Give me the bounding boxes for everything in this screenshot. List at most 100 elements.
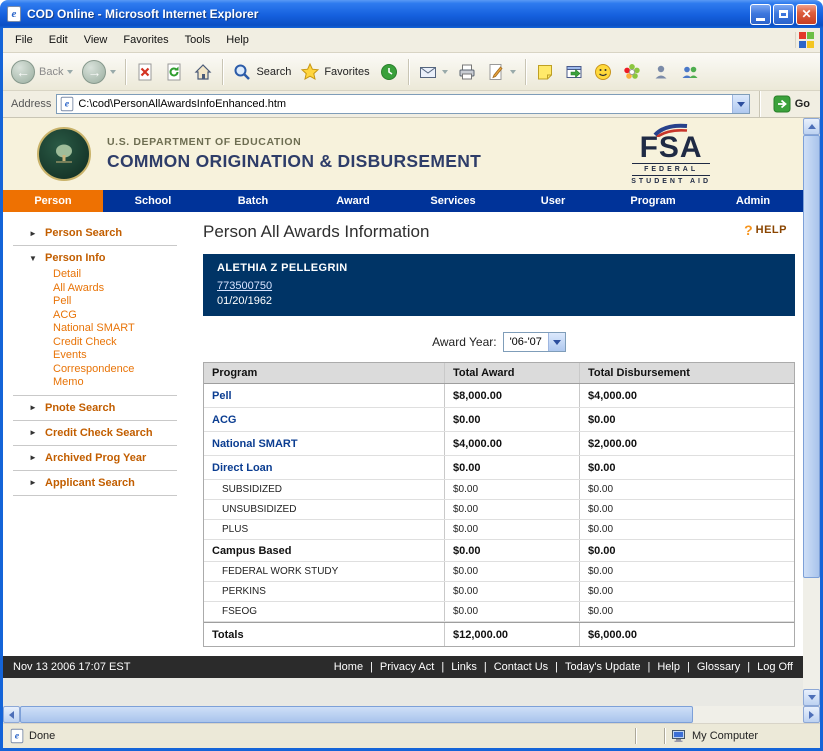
sidebar-link-correspondence[interactable]: Correspondence [53, 363, 191, 377]
footer-link-log-off[interactable]: Log Off [757, 661, 793, 673]
chevron-right-icon: ► [29, 478, 38, 487]
footer-link-home[interactable]: Home [334, 661, 363, 673]
horizontal-scroll-track[interactable] [20, 706, 803, 723]
horizontal-scrollbar[interactable] [3, 706, 820, 723]
print-button[interactable] [453, 59, 481, 85]
program-link-direct-loan[interactable]: Direct Loan [204, 462, 444, 474]
minimize-button[interactable] [750, 4, 771, 25]
menu-favorites[interactable]: Favorites [115, 30, 176, 50]
sidebar-item-pnote-search[interactable]: ► Pnote Search [3, 399, 191, 417]
page-title: Person All Awards Information [203, 222, 429, 242]
nav-tab-award[interactable]: Award [303, 190, 403, 212]
sidebar-item-person-info[interactable]: ▼ Person Info [3, 249, 191, 267]
scroll-down-button[interactable] [803, 689, 820, 706]
contacts-button[interactable] [647, 59, 675, 85]
vertical-scroll-thumb[interactable] [803, 135, 820, 578]
sidebar-link-credit-check[interactable]: Credit Check [53, 336, 191, 350]
nav-tab-user[interactable]: User [503, 190, 603, 212]
menu-help[interactable]: Help [218, 30, 257, 50]
menu-tools[interactable]: Tools [177, 30, 219, 50]
program-link-national-smart[interactable]: National SMART [204, 438, 444, 450]
sidebar-link-memo[interactable]: Memo [53, 376, 191, 390]
nav-tab-program[interactable]: Program [603, 190, 703, 212]
menu-view[interactable]: View [76, 30, 116, 50]
sidebar-link-detail[interactable]: Detail [53, 268, 191, 282]
messenger-button[interactable] [589, 59, 617, 85]
zone-label: My Computer [692, 730, 758, 742]
maximize-button[interactable] [773, 4, 794, 25]
sidebar-link-acg[interactable]: ACG [53, 309, 191, 323]
discuss-button[interactable] [531, 59, 559, 85]
go-arrow-icon [773, 95, 791, 113]
go-button[interactable]: Go [769, 95, 814, 113]
address-dropdown-button[interactable] [732, 95, 749, 113]
table-row: Campus Based$0.00$0.00 [204, 540, 794, 562]
nav-tab-admin[interactable]: Admin [703, 190, 803, 212]
sidebar-link-events[interactable]: Events [53, 349, 191, 363]
sidebar-item-person-search[interactable]: ► Person Search [3, 224, 191, 242]
footer-link-links[interactable]: Links [451, 661, 477, 673]
nav-tab-school[interactable]: School [103, 190, 203, 212]
nav-tab-batch[interactable]: Batch [203, 190, 303, 212]
footer-link-contact-us[interactable]: Contact Us [494, 661, 548, 673]
sidebar-link-pell[interactable]: Pell [53, 295, 191, 309]
scroll-left-button[interactable] [3, 706, 20, 723]
mail-button[interactable] [414, 59, 452, 85]
back-dropdown-icon [67, 70, 73, 74]
sidebar-item-archived-prog-year[interactable]: ► Archived Prog Year [3, 449, 191, 467]
sidebar-link-all-awards[interactable]: All Awards [53, 282, 191, 296]
person-id-link[interactable]: 773500750 [217, 279, 272, 294]
chevron-down-icon [737, 102, 745, 107]
address-bar: Address e C:\cod\PersonAllAwardsInfoEnha… [3, 91, 820, 118]
search-button[interactable]: Search [228, 59, 295, 85]
table-row: Pell$8,000.00$4,000.00 [204, 384, 794, 408]
refresh-button[interactable] [160, 59, 188, 85]
ie-document-icon: e [7, 6, 21, 22]
vertical-scroll-track[interactable] [803, 135, 820, 689]
home-button[interactable] [189, 59, 217, 85]
icq-button[interactable] [618, 59, 646, 85]
people-button[interactable] [676, 59, 704, 85]
nav-tab-person[interactable]: Person [3, 190, 103, 212]
select-dropdown-button[interactable] [548, 333, 565, 351]
history-button[interactable] [375, 59, 403, 85]
mail-icon [418, 62, 438, 82]
program-link-acg[interactable]: ACG [204, 414, 444, 426]
table-row: SUBSIDIZED$0.00$0.00 [204, 480, 794, 500]
smiley-icon [593, 62, 613, 82]
scroll-up-button[interactable] [803, 118, 820, 135]
scroll-right-button[interactable] [803, 706, 820, 723]
table-row-totals: Totals$12,000.00$6,000.00 [204, 622, 794, 646]
table-header-row: Program Total Award Total Disbursement [204, 363, 794, 384]
stop-button[interactable] [131, 59, 159, 85]
arrow-right-icon [809, 711, 814, 719]
horizontal-scroll-thumb[interactable] [20, 706, 693, 723]
favorites-button[interactable]: Favorites [296, 59, 373, 85]
note-icon [535, 62, 555, 82]
main-content: Person All Awards Information ? HELP ALE… [191, 212, 803, 656]
back-button[interactable]: ← Back [7, 57, 77, 87]
footer-link-privacy-act[interactable]: Privacy Act [380, 661, 434, 673]
help-link[interactable]: ? HELP [744, 222, 787, 238]
footer-link-help[interactable]: Help [657, 661, 680, 673]
forward-button[interactable]: → [78, 57, 120, 87]
edit-button[interactable] [482, 59, 520, 85]
award-year-select[interactable]: '06-'07 [503, 332, 566, 352]
forward-dropdown-icon [110, 70, 116, 74]
program-link-pell[interactable]: Pell [204, 390, 444, 402]
research-button[interactable] [560, 59, 588, 85]
nav-tab-services[interactable]: Services [403, 190, 503, 212]
sidebar-item-credit-check-search[interactable]: ► Credit Check Search [3, 424, 191, 442]
sidebar-link-national-smart[interactable]: National SMART [53, 322, 191, 336]
menu-edit[interactable]: Edit [41, 30, 76, 50]
address-input[interactable]: e C:\cod\PersonAllAwardsInfoEnhanced.htm [56, 94, 749, 114]
footer-link-todays-update[interactable]: Today's Update [565, 661, 640, 673]
close-button[interactable]: ✕ [796, 4, 817, 25]
browser-toolbar: ← Back → Search [3, 53, 820, 91]
edit-icon [486, 62, 506, 82]
footer-link-glossary[interactable]: Glossary [697, 661, 740, 673]
menu-file[interactable]: File [7, 30, 41, 50]
sidebar-item-applicant-search[interactable]: ► Applicant Search [3, 474, 191, 492]
vertical-scrollbar[interactable] [803, 118, 820, 706]
chevron-right-icon: ► [29, 403, 38, 412]
